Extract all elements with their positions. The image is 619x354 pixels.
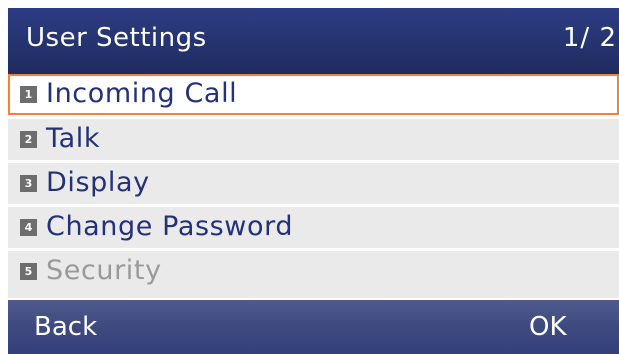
menu-item-talk[interactable]: 2 Talk — [8, 119, 619, 160]
menu-item-label: Talk — [46, 123, 101, 154]
menu-item-change-password[interactable]: 4 Change Password — [8, 207, 619, 248]
softkey-bar: Back OK — [8, 300, 619, 354]
item-number-badge: 2 — [20, 131, 37, 148]
menu-item-label: Display — [46, 167, 150, 198]
menu-item-label: Security — [46, 255, 162, 286]
menu-item-label: Change Password — [46, 211, 294, 242]
menu-item-incoming-call[interactable]: 1 Incoming Call — [8, 74, 619, 115]
screen-title: User Settings — [26, 23, 207, 53]
menu-item-display[interactable]: 3 Display — [8, 163, 619, 204]
page-indicator: 1/ 2 — [562, 23, 617, 53]
menu-item-label: Incoming Call — [46, 78, 238, 109]
item-number-badge: 5 — [20, 263, 37, 280]
item-number-badge: 4 — [20, 219, 37, 236]
menu-item-security: 5 Security — [8, 251, 619, 298]
title-bar: User Settings 1/ 2 — [8, 8, 619, 74]
phone-display: User Settings 1/ 2 1 Incoming Call 2 Tal… — [8, 8, 619, 354]
back-softkey[interactable]: Back — [34, 312, 97, 342]
ok-softkey[interactable]: OK — [529, 312, 567, 342]
item-number-badge: 1 — [20, 86, 37, 103]
item-number-badge: 3 — [20, 175, 37, 192]
